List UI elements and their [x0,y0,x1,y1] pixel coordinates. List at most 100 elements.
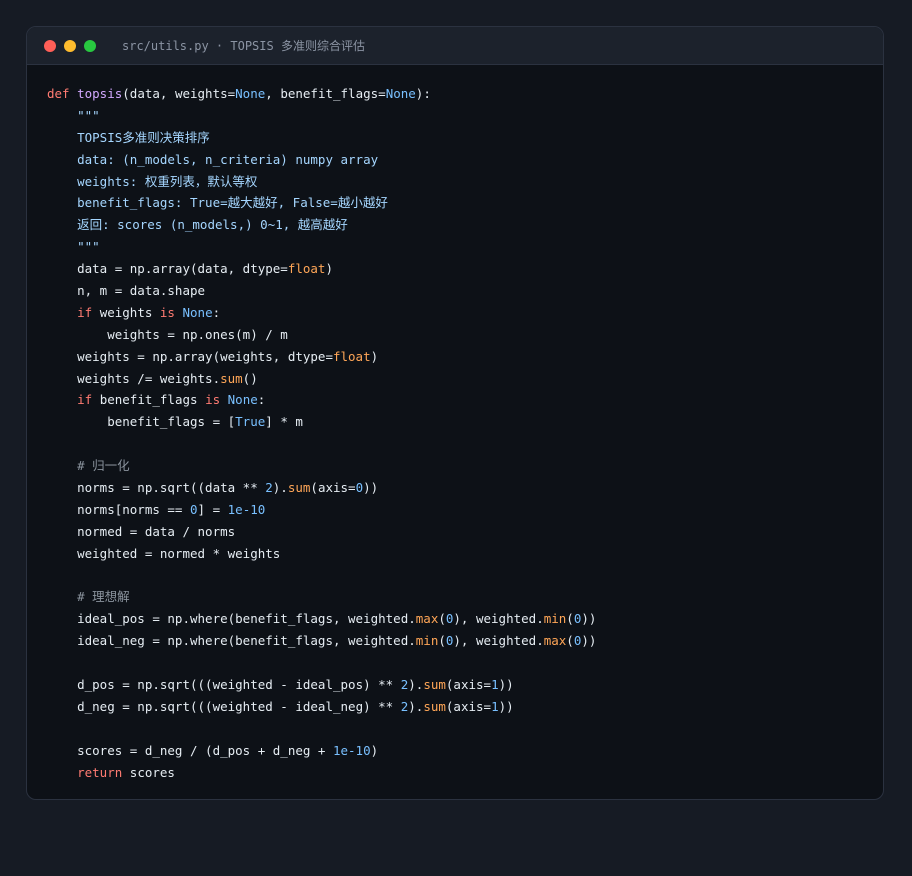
code-line: ideal_neg = np.where(benefit_flags, weig… [47,630,596,652]
window-title: src/utils.py · TOPSIS 多准则综合评估 [122,39,365,53]
code-line: weights: 权重列表，默认等权 [47,171,596,193]
code-token: sum [220,370,243,386]
code-line: weights = np.array(weights, dtype=float) [47,346,596,368]
code-token: min [543,611,567,627]
code-line: weighted = normed * weights [47,543,596,565]
code-token: d_neg = np.sqrt((( [47,698,213,714]
code-token: float [332,348,371,364]
code-token: 1 [491,677,499,693]
code-line: # 归一化 [47,455,596,477]
code-token: True [235,414,266,430]
code-line: scores = d_neg / (d_pos + d_neg + 1e-10) [47,740,596,762]
code-token: (axis= [445,677,492,693]
code-token: scores [122,764,175,780]
code-token: max [415,611,439,627]
code-token: weights = np.array(weights, dtype= [47,348,333,364]
code-editor[interactable]: def topsis(data, weights=None, benefit_f… [47,83,596,784]
code-token: # 归一化 [47,458,130,474]
code-line: norms[norms == 0] = 1e-10 [47,499,596,521]
code-window: src/utils.py · TOPSIS 多准则综合评估 def topsis… [26,26,884,800]
code-line: normed = data / norms [47,521,596,543]
code-token: weights [92,304,160,320]
code-token: ), weighted. [453,611,544,627]
code-token: None [182,304,213,320]
window-titlebar: src/utils.py · TOPSIS 多准则综合评估 [27,27,883,65]
code-token: """ [47,107,100,123]
code-line: weights /= weights.sum() [47,368,596,390]
code-token: weighted - ideal_pos) ** [212,677,401,693]
code-line: n, m = data.shape [47,280,596,302]
code-token: weights /= weights. [47,370,221,386]
code-token: data: (n_models, n_criteria) numpy array [47,151,379,167]
code-token: benefit_flags = [ [47,414,236,430]
code-token: (data, weights= [122,86,236,101]
code-token: 1 [491,698,499,714]
code-token: if [77,392,93,408]
minimize-button[interactable] [64,39,76,52]
code-token: weights = np.ones(m) / m [47,326,288,342]
code-token: min [415,633,439,649]
code-line: benefit_flags = [True] * m [47,411,596,433]
maximize-button[interactable] [84,39,96,52]
code-token: 0 [190,501,198,517]
code-token: topsis [77,86,123,101]
code-token: ideal_pos = np.where(benefit_flags, weig… [47,611,416,627]
code-token: ideal_neg = np.where(benefit_flags, weig… [47,633,416,649]
code-token: ( [438,611,446,627]
code-token: ) [370,742,379,758]
code-token: )) [581,611,597,627]
code-token: if [77,304,93,320]
code-token: ), weighted. [453,633,544,649]
code-line: d_pos = np.sqrt(((weighted - ideal_pos) … [47,674,596,696]
code-token: is [159,304,175,320]
code-token: # 理想解 [47,589,130,605]
code-line: weights = np.ones(m) / m [47,324,596,346]
code-token: ). [272,480,288,496]
code-token: benefit_flags [92,392,206,408]
code-token: None [235,86,266,101]
code-token: 返回: scores (n_models,) 0~1, 越高越好 [47,217,348,233]
code-token: float [287,261,326,277]
code-token: norms = np.sqrt((data ** [47,480,266,496]
code-token: data = np.array(data, dtype= [47,261,288,277]
code-token: None [227,392,258,408]
code-token: (axis= [310,480,356,496]
code-token: ): [415,86,431,101]
code-token: )) [498,698,514,714]
code-line: 返回: scores (n_models,) 0~1, 越高越好 [47,214,596,236]
code-line: data = np.array(data, dtype=float) [47,258,596,280]
code-token: ] = [197,501,228,517]
code-token: n, m = data.shape [47,283,206,299]
code-token: ( [566,611,574,627]
code-token: )) [363,480,379,496]
code-token: ). [408,698,424,714]
code-line: data: (n_models, n_criteria) numpy array [47,149,596,171]
code-line: if weights is None: [47,302,596,324]
code-token: ] * m [265,414,303,430]
code-token: ( [438,633,446,649]
code-line: """ [47,105,596,127]
code-line: """ [47,236,596,258]
code-token: 1e-10 [332,742,371,758]
code-token: , benefit_flags= [265,86,386,101]
code-token: norms[norms == [47,501,190,517]
code-line: ideal_pos = np.where(benefit_flags, weig… [47,608,596,630]
code-token: 0 [355,480,364,496]
code-token: """ [47,239,100,255]
code-token: weights: 权重列表，默认等权 [47,173,258,189]
code-token: benefit_flags: True=越大越好, False=越小越好 [47,195,388,211]
code-token: ( [566,633,574,649]
code-token: is [205,392,221,408]
code-token: ). [408,677,424,693]
code-token: scores = d_neg / (d_pos + d_neg + [47,742,333,758]
code-token: d_pos = np.sqrt((( [47,677,213,693]
code-line: # 理想解 [47,586,596,608]
code-token: 2 [265,480,273,496]
close-button[interactable] [44,39,56,52]
